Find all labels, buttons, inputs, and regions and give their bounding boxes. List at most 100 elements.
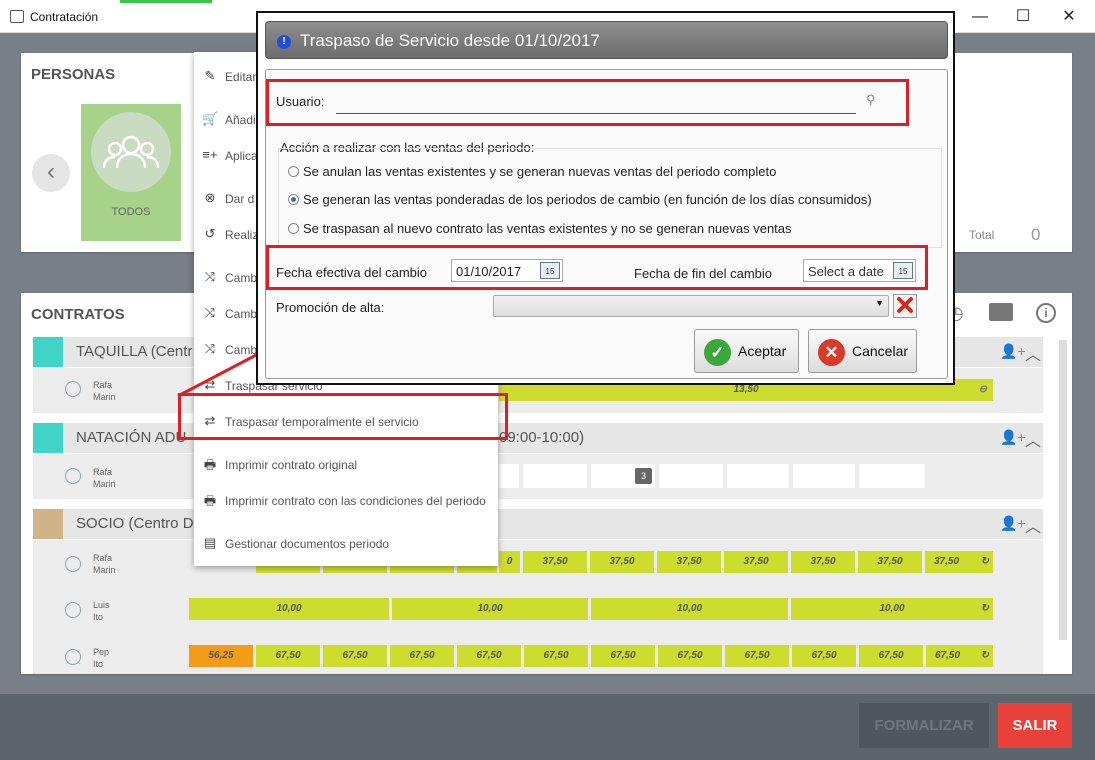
app-icon [10,10,24,23]
chevron-up-icon[interactable]: ︿ [1025,341,1041,365]
close-window-button[interactable]: ✕ [1049,4,1089,29]
dialog-title: Traspaso de Servicio desde 01/10/2017 [300,31,600,50]
highlight-box-fechas [266,245,928,290]
period-cell[interactable]: 67,50 [457,645,521,667]
session-cell[interactable] [523,464,587,488]
menu-item-imprimir-condiciones[interactable]: 🖶 Imprimir contrato con las condiciones d… [194,486,498,516]
dialog-header: ! Traspaso de Servicio desde 01/10/2017 [265,21,948,59]
salir-button[interactable]: SALIR [998,703,1072,748]
person-icon [65,556,81,572]
document-icon: ▤ [203,535,217,550]
period-cell[interactable]: 10,00 [392,598,588,620]
group-schedule: 09:00-10:00) [499,429,585,446]
period-cell[interactable]: 67,50 [725,645,789,667]
refresh-icon[interactable]: ↻ [981,551,989,573]
group-name: SOCIO (Centro D [76,515,194,532]
period-cell[interactable]: 67,50 [390,645,454,667]
traspaso-dialog: ! Traspaso de Servicio desde 01/10/2017 … [256,11,955,385]
session-cell[interactable] [659,464,723,488]
period-cell[interactable]: 37,50 [724,551,788,573]
add-person-icon[interactable]: 👤+ [1000,429,1026,446]
option-traspasar-label[interactable]: Se traspasan al nuevo contrato las venta… [303,221,792,236]
session-cell[interactable] [727,464,789,488]
check-icon: ✓ [704,339,731,366]
group-name: NATACIÓN ADU [76,429,187,446]
period-cell[interactable]: 67,50 ↻ [926,645,993,667]
add-person-icon[interactable]: 👤+ [1000,515,1026,532]
prev-arrow-button[interactable]: ‹ [32,154,70,192]
person-name: Pep Ito [93,647,110,669]
period-cell[interactable]: 37,50 [590,551,654,573]
cell-value: 10,00 [879,603,905,614]
promocion-select[interactable]: ▼ [493,295,889,317]
contratos-title: CONTRATOS [31,306,125,323]
highlight-box-usuario [266,79,909,126]
period-cell[interactable]: 67,50 [323,645,387,667]
cancel-button[interactable]: ✕ Cancelar [808,329,917,373]
personas-title: PERSONAS [31,66,116,83]
option-anular-label[interactable]: Se anulan las ventas existentes y se gen… [303,164,776,179]
period-cell[interactable]: 67,50 [524,645,588,667]
period-cell[interactable]: 37,50 [657,551,721,573]
option-ponderadas-label[interactable]: Se generan las ventas ponderadas de los … [303,192,872,207]
cancel-circle-icon: ⊗ [204,190,216,205]
menu-item-imprimir-original[interactable]: 🖶 Imprimir contrato original [194,450,498,480]
group-color-swatch [33,423,63,453]
minimize-button[interactable]: — [960,4,1000,29]
list-add-icon: ≡+ [202,147,218,162]
period-cell[interactable]: 67,50 [256,645,320,667]
cart-icon: 🛒 [202,111,219,126]
todos-label: TODOS [111,206,151,218]
history-icon: ↺ [204,226,216,241]
session-cell[interactable] [793,464,855,488]
refresh-icon[interactable]: ↻ [981,645,989,667]
cancel-x-icon: ✕ [818,339,845,366]
loading-progress [120,0,212,3]
formalizar-button[interactable]: FORMALIZAR [859,703,989,748]
period-cell[interactable]: 10,00 [189,598,389,620]
maximize-button[interactable]: ☐ [1003,4,1043,29]
mail-icon[interactable] [989,303,1013,321]
period-cell[interactable]: 67,50 [792,645,856,667]
person-name: Rafa Marin [93,553,116,575]
accept-button[interactable]: ✓ Aceptar [694,329,799,373]
session-cell[interactable] [859,464,925,488]
period-cell[interactable]: 67,50 [658,645,722,667]
period-cell[interactable]: 56,25 [189,645,253,667]
session-count-badge: 3 [635,468,652,484]
option-traspasar-radio[interactable] [288,223,299,234]
option-ponderadas-radio[interactable] [288,194,299,205]
session-cell[interactable] [499,464,519,488]
link-icon[interactable]: ⊖ [979,379,987,401]
menu-item-gestionar-documentos[interactable]: ▤ Gestionar documentos periodo [194,529,498,559]
period-cell[interactable]: 37,50 ↻ [925,551,993,573]
window-title: Contratación [30,10,99,24]
period-cell[interactable]: 67,50 [859,645,923,667]
print-icon: 🖶 [203,493,217,508]
person-icon [65,602,81,618]
info-icon[interactable]: i [1036,303,1056,323]
period-cell[interactable]: 37,50 [791,551,855,573]
scrollbar[interactable] [1059,340,1067,640]
chevron-up-icon[interactable]: ︿ [1025,513,1041,537]
cancel-label: Cancelar [852,343,909,359]
refresh-icon[interactable]: ↻ [981,598,989,620]
connector-line [177,351,261,398]
period-cell[interactable]: 37,50 [858,551,922,573]
period-cell[interactable]: 10,00 ↻ [791,598,993,620]
bar-value: 13,50 [733,384,759,395]
person-icon [65,468,81,484]
period-cell[interactable]: 37,50 [523,551,587,573]
highlight-box-traspasar [178,393,508,440]
todos-card[interactable]: TODOS [81,104,181,241]
add-person-icon[interactable]: 👤+ [1000,343,1026,360]
chevron-up-icon[interactable]: ︿ [1025,427,1041,451]
group-header-socio[interactable]: SOCIO (Centro D [33,509,1043,539]
chevron-down-icon: ▼ [875,298,884,308]
person-name: Rafa Marin [93,380,116,402]
clear-promocion-button[interactable] [893,294,917,318]
period-cell[interactable]: 10,00 [591,598,788,620]
period-cell[interactable]: 0 [499,551,520,573]
option-anular-radio[interactable] [288,166,299,177]
period-cell[interactable]: 67,50 [591,645,655,667]
